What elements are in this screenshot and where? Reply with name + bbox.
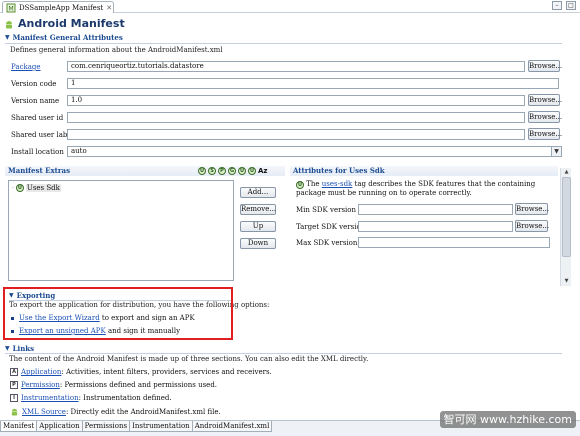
field-label: Version name	[11, 97, 60, 105]
field-input[interactable]	[358, 237, 550, 248]
uses-feature-icon[interactable]: U	[238, 167, 246, 175]
application-icon: A	[10, 368, 18, 376]
tree-item-uses-sdk[interactable]: · U Uses Sdk	[9, 181, 233, 192]
editor-tab-title: DSSampleApp Manifest	[19, 3, 104, 12]
general-attributes-header[interactable]: ▼ Manifest General Attributes	[5, 33, 123, 42]
field-label: Target SDK version	[296, 223, 366, 231]
permission-icon[interactable]: P	[218, 167, 226, 175]
editor-tab-bar: M DSSampleApp Manifest ✕ – □	[0, 0, 580, 13]
browse-button[interactable]: Browse...	[515, 220, 549, 232]
field-value: 1	[71, 79, 76, 87]
instrumentation-link-item: I Instrumentation: Instrumentation defin…	[10, 394, 172, 402]
tree-item-label: Uses Sdk	[25, 184, 61, 192]
application-link-item: A Application: Activities, intent filter…	[10, 368, 272, 376]
field-label: Min SDK version	[296, 206, 356, 214]
tree-connector-icon: ·	[12, 184, 14, 192]
watermark: 智可网 www.hzhike.com	[439, 411, 576, 428]
field-value: auto	[71, 147, 87, 155]
field-label: Install location	[11, 148, 64, 156]
browse-button[interactable]: Browse...	[528, 60, 562, 72]
tab-permissions[interactable]: Permissions	[81, 421, 131, 432]
scrollbar-thumb[interactable]	[562, 177, 571, 257]
permission-link-item: P Permission: Permissions defined and pe…	[10, 381, 217, 389]
browse-button[interactable]: Browse...	[528, 94, 562, 106]
application-link[interactable]: Application	[21, 368, 61, 376]
tab-instrumentation[interactable]: Instrumentation	[129, 421, 193, 432]
uses-sdk-icon: U	[296, 181, 304, 189]
field-value: com.cenriqueortiz.tutorials.datastore	[71, 62, 204, 70]
uses-sdk-icon: U	[15, 184, 24, 192]
permission-icon: P	[10, 381, 18, 389]
field-label: Max SDK version	[296, 239, 358, 247]
attributes-description: U The uses-sdk tag describes the SDK fea…	[296, 180, 536, 197]
links-header[interactable]: ▼ Links	[5, 344, 34, 353]
field-label: Shared user id	[11, 114, 64, 122]
collapse-triangle-icon: ▼	[5, 34, 10, 41]
page-title: Android Manifest	[18, 17, 125, 30]
down-button[interactable]: Down	[240, 238, 276, 249]
maximize-icon[interactable]: □	[566, 1, 576, 10]
extras-toolbar: U S P G U U Az	[198, 167, 268, 175]
sort-icon[interactable]: Az	[258, 167, 268, 175]
attributes-header: Attributes for Uses Sdk	[290, 166, 558, 176]
highlight-annotation	[3, 287, 233, 340]
uses-sdk-link[interactable]: uses-sdk	[322, 180, 353, 188]
minimize-icon[interactable]: –	[552, 1, 562, 10]
section-divider	[5, 43, 562, 44]
tab-androidmanifest-xml[interactable]: AndroidManifest.xml	[191, 421, 273, 432]
browse-button[interactable]: Browse...	[515, 203, 549, 215]
tab-manifest[interactable]: Manifest	[0, 421, 38, 432]
window-controls: – □	[552, 1, 576, 10]
svg-text:M: M	[9, 5, 14, 12]
general-description: Defines general information about the An…	[10, 46, 223, 54]
instrumentation-link[interactable]: Instrumentation	[21, 394, 79, 402]
browse-button[interactable]: Browse...	[528, 128, 562, 140]
field-input[interactable]: auto ▼	[67, 146, 562, 157]
android-manifest-icon: M	[6, 3, 16, 12]
field-input[interactable]	[358, 204, 513, 215]
add-button[interactable]: Add...	[240, 187, 276, 198]
field-input[interactable]: com.cenriqueortiz.tutorials.datastore	[67, 61, 525, 72]
close-icon[interactable]: ✕	[106, 4, 112, 12]
scroll-down-icon[interactable]: ▼	[561, 277, 572, 286]
extras-tree[interactable]: · U Uses Sdk	[8, 180, 234, 281]
field-input[interactable]	[67, 112, 525, 123]
uses-configuration-icon[interactable]: U	[248, 167, 256, 175]
gl-texture-icon[interactable]: G	[228, 167, 236, 175]
supports-screens-icon[interactable]: S	[208, 167, 216, 175]
tab-application[interactable]: Application	[36, 421, 83, 432]
field-input[interactable]: 1	[67, 78, 559, 89]
up-button[interactable]: Up	[240, 221, 276, 232]
xml-source-link[interactable]: XML Source	[22, 408, 66, 416]
collapse-triangle-icon: ▼	[5, 345, 10, 352]
permission-link[interactable]: Permission	[21, 381, 60, 389]
field-label[interactable]: Package	[11, 63, 41, 71]
android-icon	[6, 20, 12, 28]
field-label: Version code	[11, 80, 57, 88]
xml-source-link-item: XML Source: Directly edit the AndroidMan…	[10, 407, 221, 416]
page-header: Android Manifest	[4, 17, 125, 30]
section-divider	[5, 353, 562, 354]
field-input[interactable]: 1.0	[67, 95, 525, 106]
extras-buttons: Add... Remove... Up Down	[240, 187, 276, 249]
scroll-up-icon[interactable]: ▲	[561, 168, 572, 177]
field-label: Shared user label	[11, 131, 74, 139]
browse-button[interactable]: Browse...	[528, 111, 562, 123]
links-description: The content of the Android Manifest is m…	[9, 355, 369, 363]
chevron-down-icon[interactable]: ▼	[551, 147, 561, 156]
remove-button[interactable]: Remove...	[240, 204, 276, 215]
editor-tab[interactable]: M DSSampleApp Manifest ✕	[2, 1, 114, 13]
vertical-scrollbar[interactable]: ▲ ▼	[560, 168, 571, 286]
uses-sdk-add-icon[interactable]: U	[198, 167, 206, 175]
android-icon	[11, 408, 18, 416]
instrumentation-icon: I	[10, 394, 18, 402]
field-input[interactable]	[67, 129, 525, 140]
field-value: 1.0	[71, 96, 83, 104]
field-input[interactable]	[358, 221, 513, 232]
